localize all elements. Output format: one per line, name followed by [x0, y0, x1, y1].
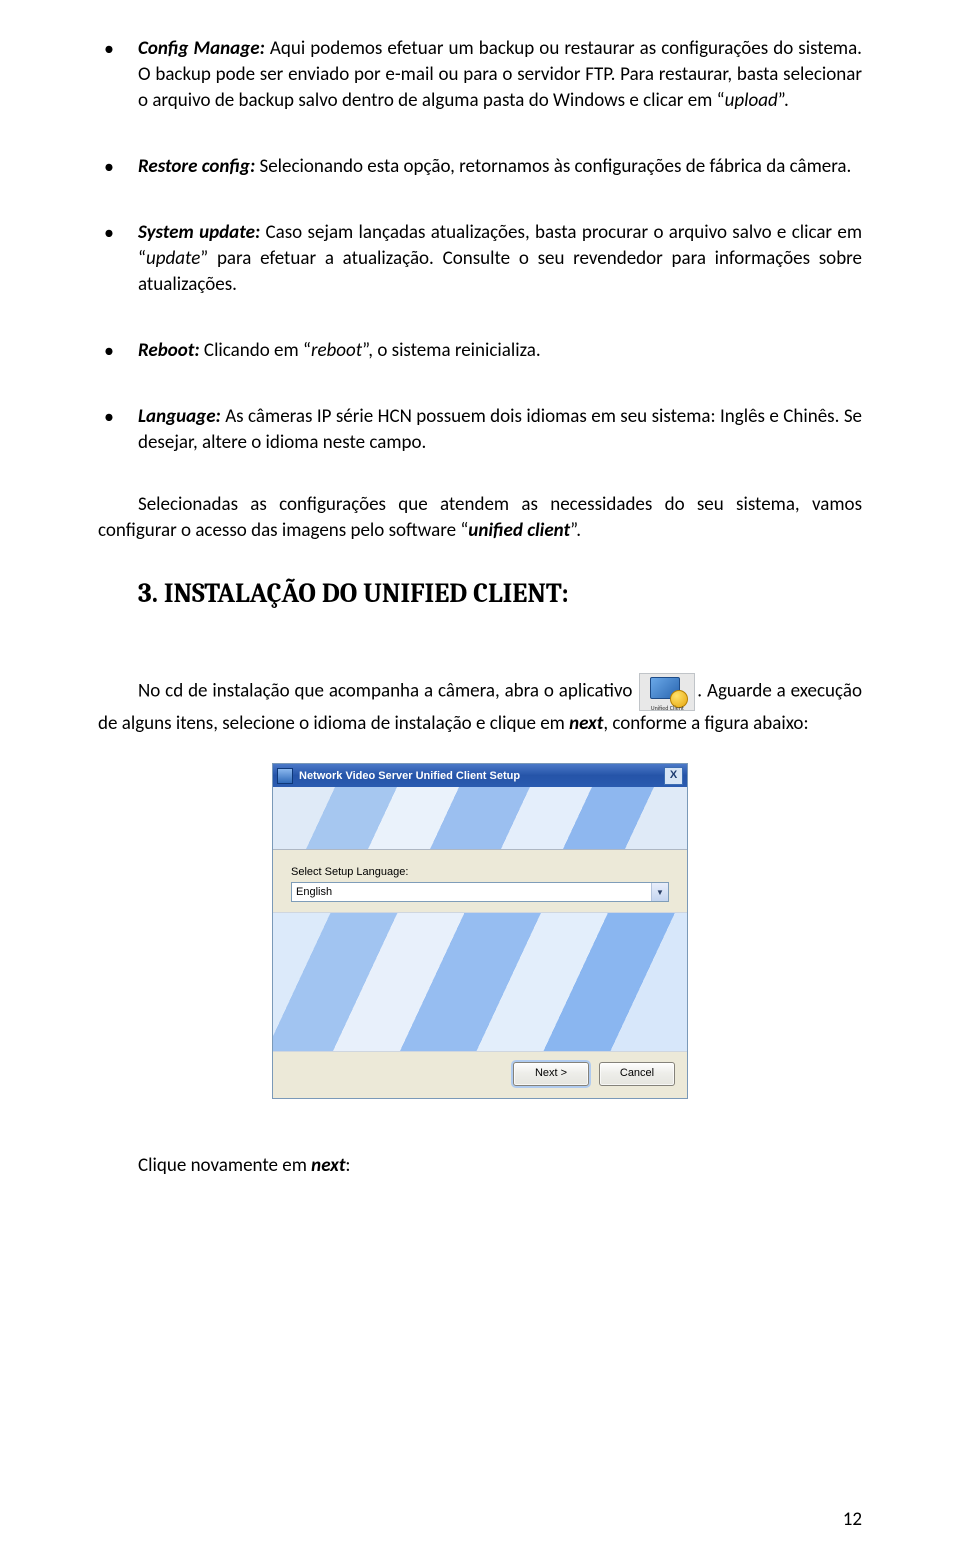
- dialog-title: Network Video Server Unified Client Setu…: [299, 770, 520, 782]
- unified-client-icon: Unified Client: [639, 673, 695, 711]
- bullet-glyph: •: [104, 36, 138, 62]
- bullet-text: Language: As câmeras IP série HCN possue…: [138, 404, 862, 456]
- dialog-art-area: [273, 912, 687, 1052]
- italic-update: update: [146, 247, 200, 270]
- after-dialog-paragraph: Clique novamente em next:: [138, 1153, 862, 1179]
- dialog-titlebar: Network Video Server Unified Client Setu…: [273, 764, 687, 787]
- text: Selecionando esta opção, retornamos às c…: [255, 155, 851, 178]
- bullet-glyph: •: [104, 404, 138, 430]
- setup-dialog-wrap: Network Video Server Unified Client Setu…: [98, 763, 862, 1099]
- document-page: • Config Manage: Aqui podemos efetuar um…: [0, 0, 960, 1561]
- lead-restore-config: Restore config:: [138, 155, 255, 178]
- tail: ” para efetuar a atualização. Consulte o…: [138, 247, 862, 296]
- bullet-glyph: •: [104, 338, 138, 364]
- bullet-reboot: • Reboot: Clicando em “reboot”, o sistem…: [104, 338, 862, 364]
- summary-paragraph: Selecionadas as configurações que atende…: [98, 492, 862, 544]
- italic-next: next: [569, 712, 603, 735]
- intro-paragraph: No cd de instalação que acompanha a câme…: [98, 673, 862, 737]
- chevron-down-icon[interactable]: ▼: [651, 883, 668, 901]
- dialog-body: Select Setup Language: English ▼: [273, 850, 687, 912]
- bullet-glyph: •: [104, 220, 138, 246]
- bullet-language: • Language: As câmeras IP série HCN poss…: [104, 404, 862, 456]
- bullet-text: Config Manage: Aqui podemos efetuar um b…: [138, 36, 862, 114]
- text: Clicando em “: [200, 339, 311, 362]
- lead-reboot: Reboot:: [138, 339, 200, 362]
- next-button[interactable]: Next >: [513, 1062, 589, 1086]
- italic-upload: upload: [725, 89, 778, 112]
- section-heading: 3. INSTALAÇÃO DO UNIFIED CLIENT:: [138, 578, 862, 609]
- tail: ”.: [570, 519, 581, 542]
- dialog-banner: [273, 787, 687, 850]
- language-select[interactable]: English ▼: [291, 882, 669, 902]
- language-value: English: [292, 886, 332, 898]
- italic-reboot: reboot: [311, 339, 362, 362]
- italic-next: next: [311, 1154, 345, 1177]
- text-pre: Clique novamente em: [138, 1154, 311, 1177]
- text-post2: , conforme a figura abaixo:: [603, 712, 808, 735]
- italic-unified-client: unified client: [468, 519, 570, 542]
- bullet-system-update: • System update: Caso sejam lançadas atu…: [104, 220, 862, 298]
- setup-dialog: Network Video Server Unified Client Setu…: [272, 763, 688, 1099]
- close-button[interactable]: X: [664, 767, 683, 785]
- text: As câmeras IP série HCN possuem dois idi…: [138, 405, 862, 454]
- bullet-glyph: •: [104, 154, 138, 180]
- lead-system-update: System update:: [138, 221, 260, 244]
- text-pre: No cd de instalação que acompanha a câme…: [138, 680, 637, 703]
- page-number: 12: [843, 1508, 862, 1531]
- bullet-text: Reboot: Clicando em “reboot”, o sistema …: [138, 338, 541, 364]
- tail: ”, o sistema reinicializa.: [362, 339, 541, 362]
- icon-caption: Unified Client: [640, 704, 694, 712]
- lead-language: Language:: [138, 405, 221, 428]
- bullet-config-manage: • Config Manage: Aqui podemos efetuar um…: [104, 36, 862, 114]
- titlebar-app-icon: [277, 768, 293, 784]
- tail: ”.: [778, 89, 789, 112]
- lead-config-manage: Config Manage:: [138, 37, 265, 60]
- bullet-text: Restore config: Selecionando esta opção,…: [138, 154, 851, 180]
- cancel-button[interactable]: Cancel: [599, 1062, 675, 1086]
- bullet-restore-config: • Restore config: Selecionando esta opçã…: [104, 154, 862, 180]
- dialog-button-row: Next > Cancel: [273, 1052, 687, 1098]
- bullet-text: System update: Caso sejam lançadas atual…: [138, 220, 862, 298]
- text-post: :: [345, 1154, 350, 1177]
- language-label: Select Setup Language:: [291, 866, 669, 878]
